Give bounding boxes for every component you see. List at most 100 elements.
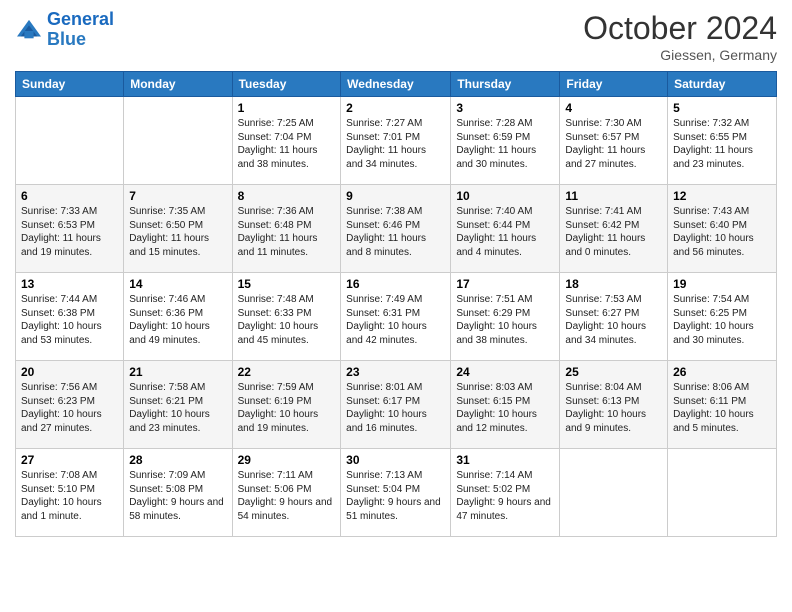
calendar-table: Sunday Monday Tuesday Wednesday Thursday… (15, 71, 777, 537)
table-cell: 6Sunrise: 7:33 AMSunset: 6:53 PMDaylight… (16, 185, 124, 273)
title-block: October 2024 Giessen, Germany (583, 10, 777, 63)
calendar-row: 13Sunrise: 7:44 AMSunset: 6:38 PMDayligh… (16, 273, 777, 361)
table-cell: 18Sunrise: 7:53 AMSunset: 6:27 PMDayligh… (560, 273, 668, 361)
day-number: 25 (565, 365, 662, 379)
table-cell: 29 Sunrise: 7:11 AMSunset: 5:06 PMDayligh… (232, 449, 341, 537)
month-title: October 2024 (583, 10, 777, 47)
day-number: 18 (565, 277, 662, 291)
day-number: 3 (456, 101, 554, 115)
col-saturday: Saturday (668, 72, 777, 97)
table-cell: 8 Sunrise: 7:36 AMSunset: 6:48 PMDaylight… (232, 185, 341, 273)
day-info: Sunrise: 7:11 AMSunset: 5:06 PMDaylight:… (238, 469, 336, 523)
table-cell: 16 Sunrise: 7:49 AMSunset: 6:31 PMDayligh… (341, 273, 451, 361)
table-cell: 9 Sunrise: 7:38 AMSunset: 6:46 PMDaylight… (341, 185, 451, 273)
header-row: Sunday Monday Tuesday Wednesday Thursday… (16, 72, 777, 97)
table-cell: 22Sunrise: 7:59 AMSunset: 6:19 PMDayligh… (232, 361, 341, 449)
day-info: Sunrise: 7:36 AMSunset: 6:48 PMDaylight:… (238, 205, 336, 259)
col-monday: Monday (124, 72, 232, 97)
calendar-row: 1Sunrise: 7:25 AMSunset: 7:04 PMDaylight… (16, 97, 777, 185)
header: General Blue October 2024 Giessen, Germa… (15, 10, 777, 63)
col-wednesday: Wednesday (341, 72, 451, 97)
col-sunday: Sunday (16, 72, 124, 97)
day-info: Sunrise: 7:27 AMSunset: 7:01 PMDaylight:… (346, 117, 445, 171)
table-cell (668, 449, 777, 537)
day-number: 11 (565, 189, 662, 203)
day-number: 27 (21, 453, 118, 467)
table-cell: 25 Sunrise: 8:04 AMSunset: 6:13 PMDayligh… (560, 361, 668, 449)
day-info: Sunrise: 7:38 AMSunset: 6:46 PMDaylight:… (346, 205, 445, 259)
table-cell: 12 Sunrise: 7:43 AMSunset: 6:40 PMDayligh… (668, 185, 777, 273)
day-info: Sunrise: 8:01 AMSunset: 6:17 PMDaylight:… (346, 381, 445, 435)
day-number: 23 (346, 365, 445, 379)
day-info: Sunrise: 7:30 AMSunset: 6:57 PMDaylight:… (565, 117, 662, 171)
table-cell: 28Sunrise: 7:09 AMSunset: 5:08 PMDayligh… (124, 449, 232, 537)
col-thursday: Thursday (451, 72, 560, 97)
table-cell: 1Sunrise: 7:25 AMSunset: 7:04 PMDaylight… (232, 97, 341, 185)
table-cell: 2 Sunrise: 7:27 AMSunset: 7:01 PMDaylight… (341, 97, 451, 185)
table-cell: 23 Sunrise: 8:01 AMSunset: 6:17 PMDayligh… (341, 361, 451, 449)
day-number: 16 (346, 277, 445, 291)
page: General Blue October 2024 Giessen, Germa… (0, 0, 792, 612)
day-number: 13 (21, 277, 118, 291)
day-info: Sunrise: 7:43 AMSunset: 6:40 PMDaylight:… (673, 205, 771, 259)
day-number: 17 (456, 277, 554, 291)
location: Giessen, Germany (583, 47, 777, 63)
day-number: 15 (238, 277, 336, 291)
day-number: 30 (346, 453, 445, 467)
day-info: Sunrise: 7:28 AMSunset: 6:59 PMDaylight:… (456, 117, 554, 171)
table-cell (560, 449, 668, 537)
day-number: 4 (565, 101, 662, 115)
day-info: Sunrise: 7:58 AMSunset: 6:21 PMDaylight:… (129, 381, 226, 435)
day-number: 9 (346, 189, 445, 203)
calendar-row: 6Sunrise: 7:33 AMSunset: 6:53 PMDaylight… (16, 185, 777, 273)
day-number: 19 (673, 277, 771, 291)
table-cell: 17 Sunrise: 7:51 AMSunset: 6:29 PMDayligh… (451, 273, 560, 361)
logo-text: General Blue (47, 10, 114, 50)
day-info: Sunrise: 7:41 AMSunset: 6:42 PMDaylight:… (565, 205, 662, 259)
day-number: 12 (673, 189, 771, 203)
day-number: 21 (129, 365, 226, 379)
day-number: 5 (673, 101, 771, 115)
day-info: Sunrise: 7:13 AMSunset: 5:04 PMDaylight:… (346, 469, 445, 523)
day-info: Sunrise: 7:32 AMSunset: 6:55 PMDaylight:… (673, 117, 771, 171)
day-info: Sunrise: 8:03 AMSunset: 6:15 PMDaylight:… (456, 381, 554, 435)
table-cell: 30 Sunrise: 7:13 AMSunset: 5:04 PMDayligh… (341, 449, 451, 537)
table-cell: 14Sunrise: 7:46 AMSunset: 6:36 PMDayligh… (124, 273, 232, 361)
day-info: Sunrise: 7:54 AMSunset: 6:25 PMDaylight:… (673, 293, 771, 347)
day-info: Sunrise: 7:49 AMSunset: 6:31 PMDaylight:… (346, 293, 445, 347)
day-number: 26 (673, 365, 771, 379)
col-tuesday: Tuesday (232, 72, 341, 97)
day-info: Sunrise: 8:04 AMSunset: 6:13 PMDaylight:… (565, 381, 662, 435)
table-cell: 24 Sunrise: 8:03 AMSunset: 6:15 PMDayligh… (451, 361, 560, 449)
day-info: Sunrise: 7:56 AMSunset: 6:23 PMDaylight:… (21, 381, 118, 435)
table-cell: 21 Sunrise: 7:58 AMSunset: 6:21 PMDayligh… (124, 361, 232, 449)
day-number: 2 (346, 101, 445, 115)
table-cell: 7Sunrise: 7:35 AMSunset: 6:50 PMDaylight… (124, 185, 232, 273)
day-info: Sunrise: 7:51 AMSunset: 6:29 PMDaylight:… (456, 293, 554, 347)
day-number: 1 (238, 101, 336, 115)
table-cell: 5 Sunrise: 7:32 AMSunset: 6:55 PMDaylight… (668, 97, 777, 185)
table-cell: 11 Sunrise: 7:41 AMSunset: 6:42 PMDayligh… (560, 185, 668, 273)
table-cell (124, 97, 232, 185)
day-number: 29 (238, 453, 336, 467)
logo-line2: Blue (47, 29, 86, 49)
day-number: 22 (238, 365, 336, 379)
day-info: Sunrise: 7:14 AMSunset: 5:02 PMDaylight:… (456, 469, 554, 523)
calendar-row: 20Sunrise: 7:56 AMSunset: 6:23 PMDayligh… (16, 361, 777, 449)
day-number: 14 (129, 277, 226, 291)
day-number: 24 (456, 365, 554, 379)
logo: General Blue (15, 10, 114, 50)
table-cell: 31Sunrise: 7:14 AMSunset: 5:02 PMDayligh… (451, 449, 560, 537)
day-info: Sunrise: 7:08 AMSunset: 5:10 PMDaylight:… (21, 469, 118, 523)
day-info: Sunrise: 7:40 AMSunset: 6:44 PMDaylight:… (456, 205, 554, 259)
table-cell: 10 Sunrise: 7:40 AMSunset: 6:44 PMDayligh… (451, 185, 560, 273)
table-cell: 26Sunrise: 8:06 AMSunset: 6:11 PMDayligh… (668, 361, 777, 449)
table-cell (16, 97, 124, 185)
logo-icon (15, 18, 43, 42)
day-number: 8 (238, 189, 336, 203)
table-cell: 13Sunrise: 7:44 AMSunset: 6:38 PMDayligh… (16, 273, 124, 361)
day-info: Sunrise: 7:48 AMSunset: 6:33 PMDaylight:… (238, 293, 336, 347)
day-info: Sunrise: 7:09 AMSunset: 5:08 PMDaylight:… (129, 469, 226, 523)
day-number: 10 (456, 189, 554, 203)
table-cell: 15 Sunrise: 7:48 AMSunset: 6:33 PMDayligh… (232, 273, 341, 361)
